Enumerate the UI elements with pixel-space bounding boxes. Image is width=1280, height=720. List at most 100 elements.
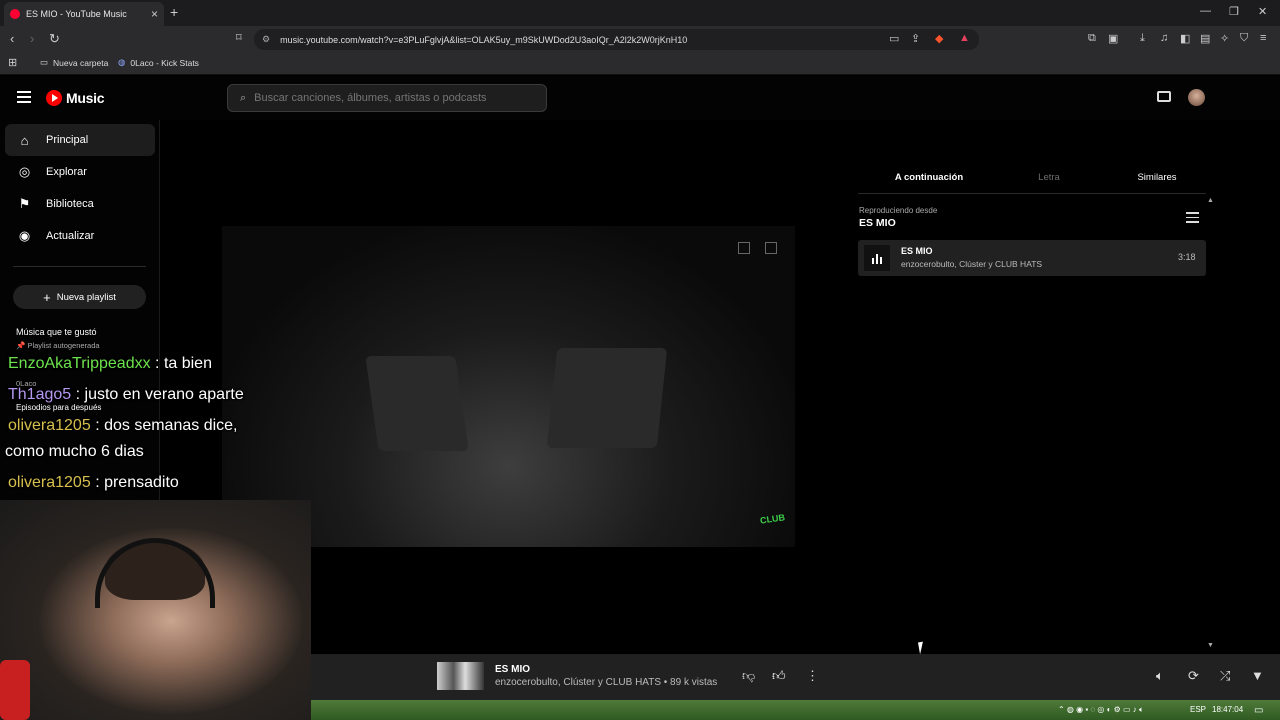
bookmark-label: Nueva carpeta <box>53 57 109 68</box>
chat-message: olivera1205 : prensadito <box>8 474 179 492</box>
site-info-icon[interactable]: ⚙ <box>262 34 270 45</box>
back-icon[interactable]: ‹ <box>10 31 14 46</box>
url-text: music.youtube.com/watch?v=e3PLuFglvjA&li… <box>280 34 688 45</box>
tabs-divider <box>858 193 1206 194</box>
plus-icon: + <box>43 289 51 305</box>
brave-shields-icon[interactable]: ◆ <box>935 32 943 45</box>
restore-icon[interactable]: ❐ <box>1229 5 1239 18</box>
volume-icon[interactable]: 🔈︎ <box>1156 668 1164 684</box>
player-artist[interactable]: enzocerobulto, Clúster y CLUB HATS <box>495 677 661 688</box>
new-playlist-button[interactable]: + Nueva playlist <box>13 285 146 309</box>
player-meta: enzocerobulto, Clúster y CLUB HATS • 89 … <box>495 677 717 688</box>
scroll-up-icon[interactable]: ▲ <box>1207 197 1214 204</box>
webcam-overlay <box>0 500 311 720</box>
cast-icon[interactable] <box>1157 91 1171 102</box>
chat-text: como mucho 6 dias <box>5 443 144 460</box>
armchair-left <box>365 356 469 451</box>
folder-icon: ▭ <box>40 57 49 67</box>
tab-search-icon[interactable]: ▣ <box>1108 32 1118 45</box>
kick-icon: ◍ <box>118 57 126 67</box>
brave-rewards-icon[interactable]: ▲ <box>959 32 970 44</box>
forward-icon[interactable]: › <box>30 31 34 46</box>
player-title[interactable]: ES MIO <box>495 664 530 675</box>
home-icon: ⌂ <box>20 132 29 148</box>
extensions-icon[interactable]: ⧉ <box>1088 32 1096 45</box>
language-indicator[interactable]: ESP <box>1190 705 1206 714</box>
queue-item-title: ES MIO <box>901 246 933 256</box>
close-window-icon[interactable]: ✕ <box>1258 5 1267 18</box>
playlist-subtitle-text: Playlist autogenerada <box>27 341 100 350</box>
now-playing-equalizer-icon <box>864 245 890 271</box>
chat-text: : dos semanas dice, <box>95 417 238 434</box>
wallet-icon[interactable]: ▤ <box>1200 32 1210 45</box>
tab-related[interactable]: Similares <box>1087 172 1227 194</box>
sidebar-item-biblioteca[interactable]: ⚑ Biblioteca <box>5 188 155 220</box>
avatar[interactable] <box>1188 89 1205 106</box>
logo-text: Music <box>66 90 105 106</box>
fullscreen-icon[interactable] <box>765 242 777 254</box>
address-bar[interactable]: ⚙ music.youtube.com/watch?v=e3PLuFglvjA&… <box>254 29 979 50</box>
player-thumbnail[interactable] <box>437 662 484 690</box>
search-input[interactable] <box>254 92 515 104</box>
sidebar-toggle-icon[interactable]: ◧ <box>1180 32 1190 45</box>
minimize-icon[interactable]: — <box>1200 5 1211 17</box>
chat-text: : ta bien <box>155 355 212 372</box>
upgrade-icon: ◉ <box>18 228 31 243</box>
compass-icon: ◎ <box>18 164 31 179</box>
dislike-icon[interactable]: 👎︎ <box>742 668 755 684</box>
chat-message: Th1ago5 : justo en verano aparte <box>8 386 244 404</box>
chat-message: olivera1205 : dos semanas dice, <box>8 417 237 435</box>
leo-ai-icon[interactable]: ✧ <box>1220 32 1229 45</box>
bookmark-page-icon[interactable]: ⌑ <box>236 31 242 44</box>
sidebar-divider <box>13 266 146 267</box>
playlist-title[interactable]: Música que te gustó <box>16 327 97 337</box>
search-icon: ⌕ <box>240 91 247 104</box>
player-views: • 89 k vistas <box>661 677 718 688</box>
playlist-title[interactable]: Episodios para después <box>16 403 101 412</box>
like-icon[interactable]: 👍︎ <box>772 668 786 684</box>
collapse-player-icon[interactable]: ▼ <box>1251 668 1264 683</box>
chat-message: EnzoAkaTrippeadxx : ta bien <box>8 355 212 373</box>
sidebar-item-explorar[interactable]: ◎ Explorar <box>5 156 155 188</box>
chat-text: : prensadito <box>95 474 179 491</box>
sidebar-item-principal[interactable]: ⌂ Principal <box>5 124 155 156</box>
notifications-icon[interactable]: ▭ <box>1254 705 1263 716</box>
downloads-icon[interactable]: ⤓ <box>1140 32 1145 45</box>
shuffle-icon[interactable]: ⤮ <box>1220 668 1230 684</box>
youtube-music-logo[interactable]: Music <box>46 90 104 106</box>
tab-up-next[interactable]: A continuación <box>859 172 999 194</box>
playing-from-playlist[interactable]: ES MIO <box>859 217 896 229</box>
miniplayer-icon[interactable] <box>738 242 750 254</box>
reload-icon[interactable]: ↻ <box>49 31 60 47</box>
bookmark-nueva-carpeta[interactable]: ▭ Nueva carpeta <box>40 57 108 68</box>
apps-grid-icon[interactable]: ⊞ <box>8 56 17 69</box>
more-options-icon[interactable]: ⋮ <box>806 668 819 684</box>
new-tab-button[interactable]: + <box>170 4 178 20</box>
save-queue-icon[interactable] <box>1186 212 1199 224</box>
menu-icon[interactable]: ≡ <box>1260 32 1266 44</box>
repeat-icon[interactable]: ⟳ <box>1188 668 1199 684</box>
search-box[interactable]: ⌕ <box>227 84 547 112</box>
scroll-down-icon[interactable]: ▼ <box>1207 642 1214 649</box>
play-logo-icon <box>46 90 62 106</box>
vpn-icon[interactable]: ⛉ <box>1240 32 1248 45</box>
clock[interactable]: 18:47:04 <box>1212 705 1243 714</box>
sidebar-item-label: Biblioteca <box>46 198 94 210</box>
share-icon[interactable]: ⇪ <box>911 32 920 45</box>
youtube-music-favicon-icon <box>10 9 20 19</box>
tray-icons[interactable]: ⌃ ◍ ◉ ▪ ◌ ◎ ◐ ⚙ ▭ ♪ 🔈︎ <box>1058 705 1144 715</box>
sidebar-item-label: Principal <box>46 134 89 146</box>
bookmark-kick-stats[interactable]: ◍ 0Laco - Kick Stats <box>118 57 199 68</box>
media-icon[interactable]: ♫ <box>1160 32 1168 44</box>
video-player[interactable] <box>222 226 795 547</box>
mouse-cursor-icon <box>917 641 926 655</box>
chat-username: Th1ago5 <box>8 386 72 403</box>
armchair-right <box>546 348 668 448</box>
hamburger-menu-icon[interactable] <box>17 91 31 103</box>
close-tab-icon[interactable]: × <box>151 7 158 21</box>
chat-username: EnzoAkaTrippeadxx <box>8 355 151 372</box>
sidebar-item-actualizar[interactable]: ◉ Actualizar <box>5 220 155 252</box>
chat-message: como mucho 6 dias <box>5 443 144 461</box>
cast-tab-icon[interactable]: ▭ <box>889 32 899 45</box>
browser-tab[interactable]: ES MIO - YouTube Music × <box>4 2 164 26</box>
